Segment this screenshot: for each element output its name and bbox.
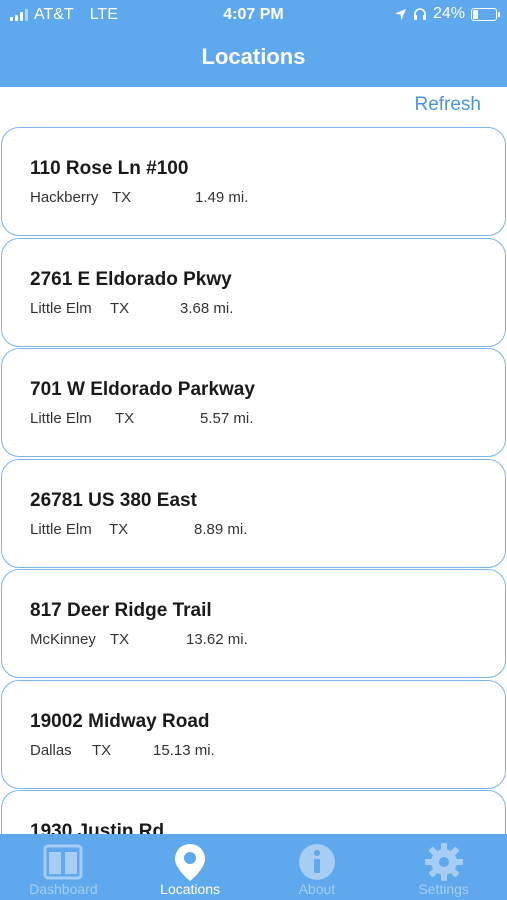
tab-locations[interactable]: Locations [127,834,254,900]
location-address: 26781 US 380 East [30,489,197,511]
tab-dashboard[interactable]: Dashboard [0,834,127,900]
location-arrow-icon [394,8,407,20]
dashboard-icon [43,842,83,882]
location-card[interactable]: 2761 E Eldorado Pkwy Little Elm TX 3.68 mi. [1,237,506,347]
app-screen: AT&T LTE 4:07 PM 24% Locations Refresh 1… [0,0,507,900]
status-bar: AT&T LTE 4:07 PM 24% [0,0,507,30]
location-city: Little Elm [30,410,92,427]
location-state: TX [112,189,132,206]
location-address: 2761 E Eldorado Pkwy [30,268,232,290]
location-card[interactable]: 110 Rose Ln #100 Hackberry TX 1.49 mi. [1,127,506,236]
location-list[interactable]: 110 Rose Ln #100 Hackberry TX 1.49 mi. 2761 … [0,127,507,834]
tab-bar: Dashboard Locations About Settings [0,834,507,900]
tab-settings[interactable]: Settings [380,834,507,900]
refresh-button[interactable]: Refresh [414,94,481,116]
location-city: Hackberry [30,189,99,206]
location-city: Little Elm [30,520,92,538]
battery-icon [471,7,500,21]
location-distance: 13.62 mi. [186,631,248,648]
location-distance: 15.13 mi. [153,741,215,759]
location-address: 19002 Midway Road [30,710,210,732]
location-card[interactable]: 26781 US 380 East Little Elm TX 8.89 mi. [1,458,506,568]
location-distance: 8.89 mi. [194,520,248,538]
location-address: 1930 Justin Rd [30,821,165,834]
location-state: TX [115,410,135,427]
tab-label: Locations [160,881,221,897]
info-icon [297,842,337,882]
location-card[interactable]: 19002 Midway Road Dallas TX 15.13 mi. [1,679,506,789]
location-pin-icon [170,842,210,882]
location-card[interactable]: 817 Deer Ridge Trail McKinney TX 13.62 mi. [1,569,506,678]
location-distance: 3.68 mi. [180,299,234,317]
header: AT&T LTE 4:07 PM 24% Locations [0,0,507,87]
page-title: Locations [201,44,306,69]
charging-bolt-icon [481,8,487,19]
location-state: TX [109,520,129,538]
battery-fill [473,9,478,19]
location-city: Little Elm [30,299,92,317]
location-state: TX [110,299,130,317]
location-card[interactable]: 1930 Justin Rd [1,790,506,834]
headphones-icon [413,8,426,20]
location-city: Dallas [30,741,72,759]
location-card[interactable]: 701 W Eldorado Parkway Little Elm TX 5.57 m… [1,348,506,457]
battery-percent: 24% [432,5,465,22]
tab-about[interactable]: About [254,834,381,900]
tab-label: Settings [418,881,469,897]
location-distance: 5.57 mi. [200,410,254,427]
tab-label: Dashboard [29,881,98,897]
gear-icon [424,842,464,882]
location-address: 817 Deer Ridge Trail [30,600,212,621]
status-right: 24% [394,5,500,23]
location-state: TX [110,631,130,648]
location-address: 110 Rose Ln #100 [30,158,189,179]
location-distance: 1.49 mi. [195,189,249,206]
location-state: TX [92,741,112,759]
tab-label: About [298,881,336,897]
location-address: 701 W Eldorado Parkway [30,379,255,400]
location-city: McKinney [30,631,96,648]
